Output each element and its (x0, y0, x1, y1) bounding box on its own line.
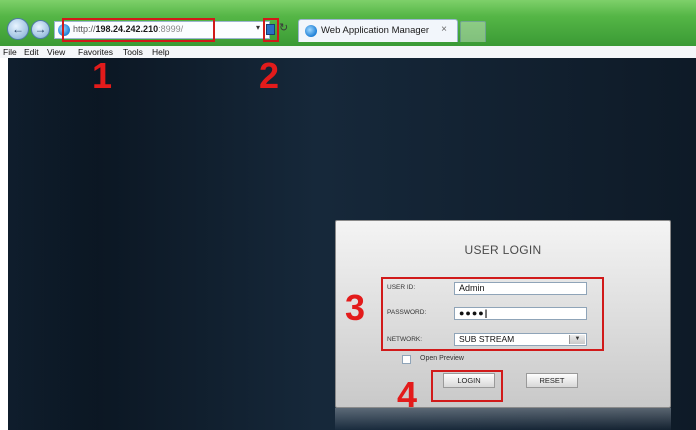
tab-web-application-manager[interactable]: Web Application Manager × (298, 19, 458, 42)
refresh-icon[interactable]: ↻ (279, 21, 288, 34)
back-arrow-icon: ← (12, 22, 24, 36)
annotation-box-url (62, 18, 215, 42)
annotation-box-login (431, 370, 503, 402)
annotation-number-4: 4 (397, 374, 418, 415)
back-button[interactable]: ← (7, 18, 29, 40)
menu-edit[interactable]: Edit (24, 46, 39, 58)
annotation-number-3: 3 (345, 287, 366, 328)
tab-favicon-icon (305, 25, 317, 37)
annotation-number-2: 2 (259, 55, 280, 96)
address-dropdown-icon[interactable]: ▾ (256, 23, 260, 32)
tab-close-icon[interactable]: × (441, 24, 447, 35)
menu-view[interactable]: View (47, 46, 65, 58)
login-panel-reflection (335, 408, 671, 430)
menu-tools[interactable]: Tools (123, 46, 143, 58)
annotation-number-1: 1 (92, 55, 113, 96)
tab-title: Web Application Manager (321, 25, 430, 36)
menu-file[interactable]: File (3, 46, 17, 58)
forward-arrow-icon: → (34, 22, 47, 36)
forward-button[interactable]: → (31, 20, 50, 39)
page-gradient-band (8, 58, 98, 430)
menu-help[interactable]: Help (152, 46, 169, 58)
login-title: USER LOGIN (464, 243, 542, 257)
open-preview-label: Open Preview (420, 355, 464, 362)
new-tab-button[interactable] (460, 21, 486, 42)
annotation-box-fields (381, 277, 604, 351)
annotation-box-compat (263, 18, 279, 42)
open-preview-checkbox[interactable] (402, 355, 411, 364)
reset-button[interactable]: RESET (526, 373, 578, 388)
